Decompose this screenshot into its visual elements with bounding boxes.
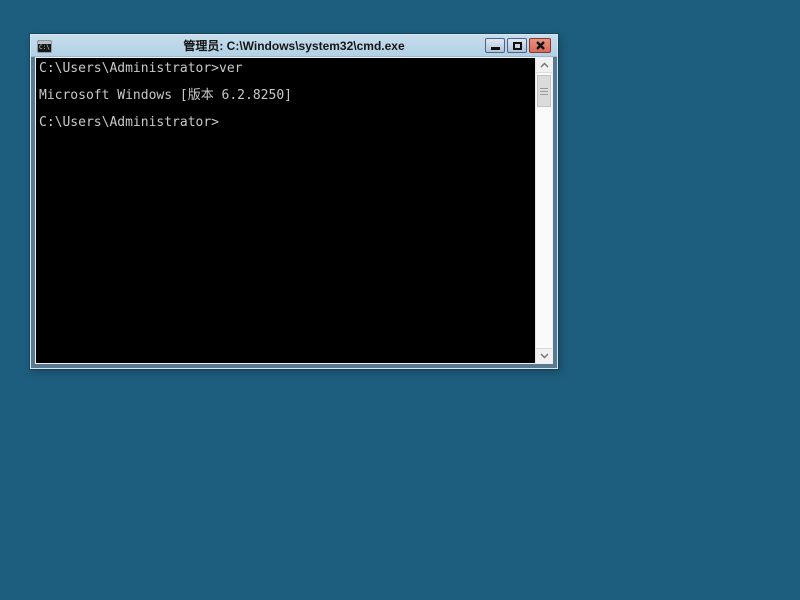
close-button[interactable] [529,38,551,53]
console-output: C:\Users\Administrator>ver Microsoft Win… [36,58,535,363]
minimize-button[interactable] [485,38,505,53]
desktop: { "colors": { "desktop_background": "#1d… [0,0,800,600]
window-title: 管理员: C:\Windows\system32\cmd.exe [183,39,405,53]
vertical-scrollbar [535,58,552,363]
caption-buttons [485,38,551,53]
titlebar[interactable]: 管理员: C:\Windows\system32\cmd.exe [31,35,557,57]
scrollbar-grip [540,93,548,95]
console-line: C:\Users\Administrator>ver [39,61,243,76]
scrollbar-up-button[interactable] [536,58,552,73]
console-line: Microsoft Windows [版本 6.2.8250] [39,88,292,103]
console-client-area[interactable]: C:\Users\Administrator>ver Microsoft Win… [35,57,553,364]
maximize-button[interactable] [507,38,527,53]
scrollbar-grip [540,87,548,89]
cmd-window: 管理员: C:\Windows\system32\cmd.exe C:\User… [30,34,558,369]
scrollbar-down-button[interactable] [536,348,552,363]
scrollbar-grip [540,90,548,92]
chevron-up-icon [540,62,548,68]
chevron-down-icon [540,353,548,359]
minimize-icon [490,47,500,50]
console-line: C:\Users\Administrator> [39,115,220,130]
scrollbar-thumb[interactable] [537,75,551,107]
close-icon [535,41,545,50]
maximize-icon [512,41,522,50]
